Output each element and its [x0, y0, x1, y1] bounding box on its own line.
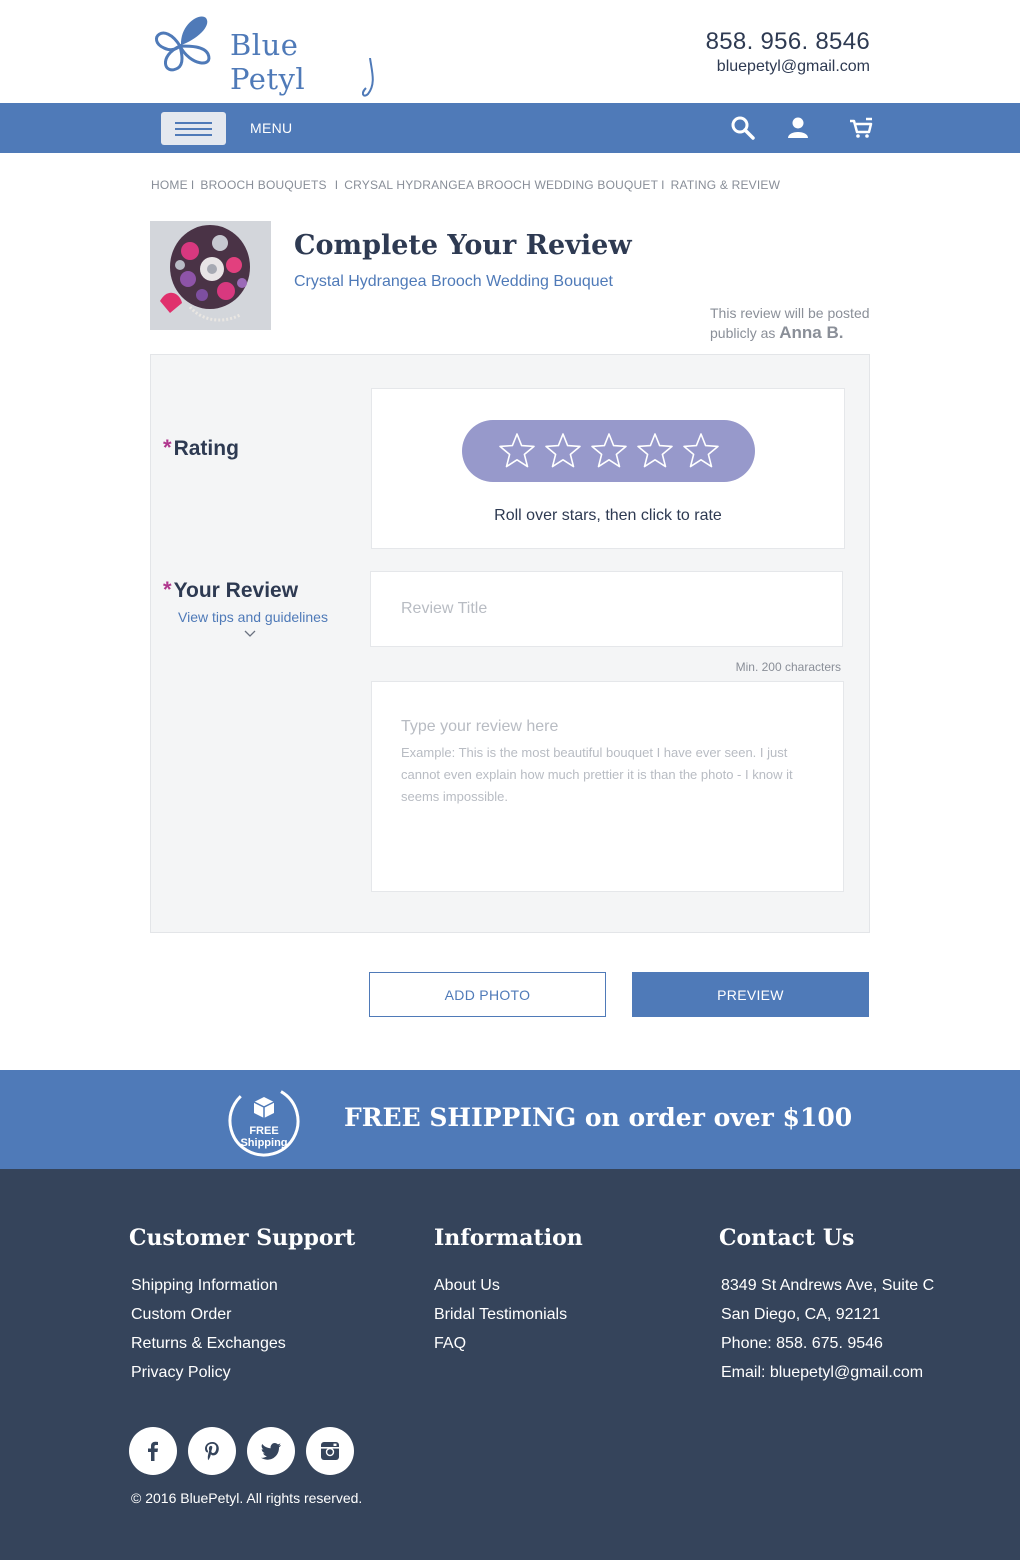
header-email[interactable]: bluepetyl@gmail.com	[706, 58, 870, 76]
twitter-icon[interactable]	[247, 1427, 295, 1475]
rating-hint: Roll over stars, then click to rate	[494, 507, 722, 524]
copyright: © 2016 BluePetyl. All rights reserved.	[131, 1490, 363, 1506]
site-header: Blue Petyl 858. 956. 8546 bluepetyl@gmai…	[0, 0, 1020, 103]
tips-guidelines-link[interactable]: View tips and guidelines	[178, 609, 328, 625]
footer-heading-support: Customer Support	[129, 1225, 356, 1251]
footer-customer-support: Customer Support Shipping Information Cu…	[129, 1225, 355, 1387]
logo[interactable]: Blue Petyl	[150, 10, 380, 98]
footer-email[interactable]: Email: bluepetyl@gmail.com	[721, 1358, 934, 1387]
footer-contact: Contact Us 8349 St Andrews Ave, Suite C …	[719, 1225, 934, 1387]
footer-heading-contact: Contact Us	[719, 1225, 855, 1251]
rating-box: Roll over stars, then click to rate	[371, 388, 845, 549]
required-asterisk: *	[163, 577, 172, 602]
footer-link-custom-order[interactable]: Custom Order	[131, 1300, 355, 1329]
footer-link-shipping-info[interactable]: Shipping Information	[131, 1271, 355, 1300]
header-contact: 858. 956. 8546 bluepetyl@gmail.com	[706, 28, 870, 76]
pinterest-icon[interactable]	[188, 1427, 236, 1475]
review-body-textarea[interactable]: Type your review here Example: This is t…	[371, 681, 844, 892]
star-icon[interactable]	[681, 431, 721, 471]
hamburger-icon	[175, 122, 212, 124]
badge-free-text: FREE	[249, 1125, 278, 1137]
product-name-link[interactable]: Crystal Hydrangea Brooch Wedding Bouquet	[294, 273, 613, 291]
hamburger-icon	[175, 134, 212, 136]
star-icon[interactable]	[497, 431, 537, 471]
user-icon[interactable]	[785, 115, 811, 141]
breadcrumb-separator: I	[661, 178, 665, 192]
free-shipping-text: FREE SHIPPING on order over $100	[344, 1103, 853, 1132]
product-thumbnail[interactable]	[150, 221, 271, 330]
logo-tail-icon	[362, 58, 374, 97]
your-review-label: Your Review	[173, 579, 299, 602]
bouquet-image	[150, 221, 271, 330]
star-icon[interactable]	[543, 431, 583, 471]
site-footer: Customer Support Shipping Information Cu…	[0, 1169, 1020, 1560]
header-phone[interactable]: 858. 956. 8546	[706, 28, 870, 56]
footer-link-faq[interactable]: FAQ	[434, 1329, 583, 1358]
preview-button[interactable]: PREVIEW	[632, 972, 869, 1017]
badge-shipping-text: Shipping	[240, 1137, 287, 1149]
rating-label: Rating	[173, 437, 239, 460]
review-label-wrap: *Your Review	[163, 577, 298, 603]
posted-as-note: This review will be posted publicly as A…	[710, 304, 870, 343]
footer-heading-information: Information	[434, 1225, 583, 1251]
star-icon[interactable]	[589, 431, 629, 471]
review-body-example: Example: This is the most beautiful bouq…	[401, 745, 793, 804]
butterfly-logo-icon	[155, 16, 211, 72]
footer-link-returns[interactable]: Returns & Exchanges	[131, 1329, 355, 1358]
footer-phone[interactable]: Phone: 858. 675. 9546	[721, 1329, 934, 1358]
chevron-down-icon[interactable]	[243, 629, 257, 639]
breadcrumb-separator: I	[334, 178, 339, 192]
footer-information: Information About Us Bridal Testimonials…	[434, 1225, 583, 1358]
social-links	[129, 1427, 354, 1475]
rating-label-wrap: *Rating	[163, 435, 239, 461]
footer-address-line2: San Diego, CA, 92121	[721, 1306, 881, 1323]
breadcrumb-separator: I	[190, 178, 195, 192]
add-photo-button[interactable]: ADD PHOTO	[369, 972, 606, 1017]
menu-label[interactable]: MENU	[250, 120, 292, 136]
free-shipping-banner: FREE Shipping FREE SHIPPING on order ove…	[0, 1070, 1020, 1169]
breadcrumb-brooch-bouquets[interactable]: BROOCH BOUQUETS	[200, 178, 326, 192]
review-title-input[interactable]	[370, 571, 843, 647]
footer-link-about-us[interactable]: About Us	[434, 1271, 583, 1300]
breadcrumb-home[interactable]: HOME	[151, 178, 188, 192]
search-icon[interactable]	[730, 115, 756, 141]
footer-link-bridal-testimonials[interactable]: Bridal Testimonials	[434, 1300, 583, 1329]
brand-name: Blue Petyl	[230, 28, 306, 96]
page-title: Complete Your Review	[294, 230, 632, 261]
footer-address-line1: 8349 St Andrews Ave, Suite C	[721, 1277, 935, 1294]
footer-link-privacy[interactable]: Privacy Policy	[131, 1358, 355, 1387]
reviewer-name: Anna B.	[779, 323, 844, 342]
breadcrumb: HOME I BROOCH BOUQUETS I CRYSAL HYDRANGEA BR…	[151, 178, 780, 192]
hamburger-icon	[175, 128, 212, 130]
star-icon[interactable]	[635, 431, 675, 471]
breadcrumb-product[interactable]: CRYSAL HYDRANGEA BROOCH WEDDING BOUQUET	[344, 178, 658, 192]
facebook-icon[interactable]	[129, 1427, 177, 1475]
free-shipping-badge-icon: FREE Shipping	[228, 1085, 300, 1157]
main-nav: MENU	[0, 103, 1020, 153]
menu-button[interactable]	[161, 112, 226, 145]
required-asterisk: *	[163, 435, 172, 460]
min-characters-note: Min. 200 characters	[735, 660, 841, 674]
review-form: *Rating Roll over stars, then click to r…	[150, 354, 870, 933]
breadcrumb-rating-review: RATING & REVIEW	[670, 178, 781, 192]
star-rating-widget[interactable]	[462, 420, 755, 482]
review-body-placeholder: Type your review here	[401, 718, 559, 735]
cart-icon[interactable]	[848, 115, 874, 141]
instagram-icon[interactable]	[306, 1427, 354, 1475]
